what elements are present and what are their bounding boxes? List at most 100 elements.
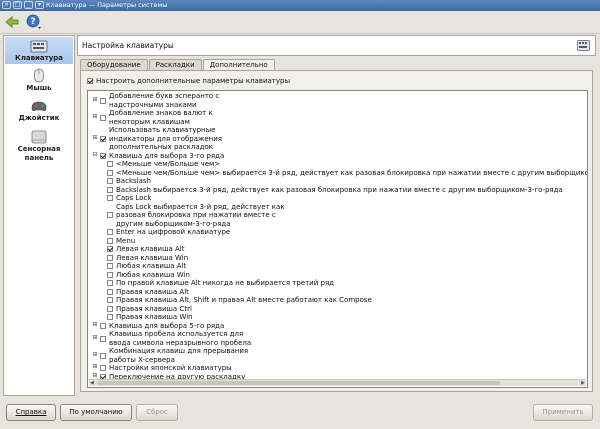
horizontal-scrollbar[interactable]: ◀ ▶ [89, 379, 586, 386]
tree-item-checkbox[interactable] [100, 335, 106, 342]
tree-item-checkbox[interactable] [107, 178, 113, 185]
tree-item-checkbox[interactable] [107, 280, 113, 287]
sidebar-item-mouse[interactable]: Мышь [5, 68, 73, 94]
enable-advanced-checkbox[interactable] [87, 78, 93, 84]
close-icon[interactable]: × [2, 1, 11, 9]
tree-item[interactable]: <Меньше чем/Больше чем> выбирается 3-й р… [88, 168, 588, 178]
tree-item-label: Правая клавиша Alt [116, 288, 189, 297]
tree-item-label: По правой клавише Alt никогда не выбирае… [116, 279, 334, 288]
tree-item[interactable]: Правая клавиша Alt, Shift и правая Alt в… [88, 296, 587, 305]
window-menu-icon[interactable]: ▾ [35, 1, 44, 9]
tree-item-checkbox[interactable] [107, 237, 113, 244]
tree-item[interactable]: Backslash выбирается 3-й ряд, действует … [88, 186, 587, 195]
tree-item-checkbox[interactable] [107, 271, 113, 278]
tree-item-checkbox[interactable] [107, 186, 113, 193]
tree-item-label: Menu [116, 237, 135, 246]
tree-item[interactable]: Правая клавиша Alt [88, 288, 587, 297]
tree-item-checkbox[interactable] [107, 297, 113, 304]
tree-item-label: Правая клавиша Alt, Shift и правая Alt в… [116, 296, 372, 305]
tree-item-checkbox[interactable] [100, 352, 106, 359]
scroll-right-icon[interactable]: ▶ [581, 380, 585, 386]
tree-item-checkbox[interactable] [100, 97, 106, 104]
apply-button[interactable]: Применить [533, 404, 593, 421]
tree-item[interactable]: Menu [88, 237, 587, 246]
tree-item[interactable]: Caps Lock выбирается 3-й ряд, действует … [88, 203, 587, 229]
tree-item[interactable]: ⊞ Настройки японской клавиатуры [88, 364, 587, 373]
tree-item-checkbox[interactable] [100, 135, 106, 142]
tree-item-checkbox[interactable] [107, 212, 113, 219]
maximize-icon[interactable]: □ [13, 1, 22, 9]
tree-item-label-line: Backslash [116, 177, 151, 185]
tree-item-label-line: Правая клавиша Alt [116, 287, 189, 296]
window-title: Клавиатура — Параметры системы [46, 1, 168, 9]
tree-item[interactable]: ⊞ Добавление букв эсперанто с надстрочными… [88, 92, 587, 109]
enable-advanced-option[interactable]: Настроить дополнительные параметры клави… [87, 77, 290, 85]
tree-item[interactable]: ⊞ Комбинация клавиш для прерывания работы … [88, 347, 587, 364]
tab-layouts[interactable]: Раскладки [148, 59, 202, 70]
expand-icon[interactable]: ⊞ [92, 372, 98, 379]
collapse-icon[interactable]: ⊟ [92, 151, 98, 158]
expand-icon[interactable]: ⊞ [92, 351, 98, 358]
tree-item[interactable]: Правая клавиша Win [88, 313, 587, 322]
tree-item[interactable]: Enter на цифровой клавиатуре [88, 228, 587, 237]
sidebar-item-label: Сенсорная панель [17, 145, 61, 162]
back-arrow-icon[interactable] [4, 14, 20, 30]
expand-icon[interactable]: ⊞ [92, 113, 98, 120]
tree-item[interactable]: ⊞ Клавиша для выбора 5-го ряда [88, 321, 587, 331]
tree-item-checkbox[interactable] [107, 195, 113, 202]
tree-item-checkbox[interactable] [100, 152, 106, 159]
expand-icon[interactable]: ⊞ [92, 134, 98, 141]
tree-item-checkbox[interactable] [100, 365, 106, 372]
sidebar-item-joystick[interactable]: Джойстик [5, 99, 73, 125]
joystick-icon [31, 101, 47, 111]
tree-item[interactable]: Левая клавиша Win [88, 254, 587, 263]
tree-item-checkbox[interactable] [107, 305, 113, 312]
expand-icon[interactable]: ⊞ [92, 364, 98, 370]
tree-item-checkbox[interactable] [107, 246, 113, 253]
options-tree[interactable]: ⊞ Добавление букв эсперанто с надстрочными… [87, 90, 588, 388]
tree-item-label-line: Правая клавиша Ctrl [116, 304, 192, 313]
tree-item-label-line: <Меньше чем/Больше чем> выбирается 3-й р… [116, 168, 588, 177]
tree-item[interactable]: ⊟ Клавиша для выбора 3-го ряда [88, 151, 587, 161]
keyboard-icon [30, 40, 48, 53]
tree-item-checkbox[interactable] [107, 314, 113, 321]
tree-item-checkbox[interactable] [100, 322, 106, 329]
tree-item[interactable]: По правой клавише Alt никогда не выбирае… [88, 279, 587, 288]
tree-item[interactable]: ⊞ Клавиша пробела используется для ввода с… [88, 330, 587, 347]
tree-item[interactable]: ⊞ Добавление знаков валют к некоторым клав… [88, 109, 587, 126]
expand-icon[interactable]: ⊞ [92, 96, 98, 103]
tree-item-checkbox[interactable] [107, 161, 113, 168]
tree-item[interactable]: Правая клавиша Ctrl [88, 304, 587, 314]
tree-item[interactable]: ⊞ Использовать клавиатурные индикаторы для… [88, 126, 587, 152]
enable-advanced-label: Настроить дополнительные параметры клави… [96, 77, 290, 85]
tree-item-label-line: Caps Lock [116, 194, 152, 202]
tree-item-checkbox[interactable] [107, 263, 113, 270]
tab-hardware[interactable]: Оборудование [80, 59, 148, 70]
tree-item[interactable]: Caps Lock [88, 194, 587, 203]
tree-item-checkbox[interactable] [107, 229, 113, 236]
reset-button[interactable]: Сброс [136, 404, 178, 421]
tree-item[interactable]: Левая клавиша Alt [88, 245, 587, 254]
tree-item-checkbox[interactable] [107, 288, 113, 295]
expand-icon[interactable]: ⊞ [92, 321, 98, 328]
tree-item[interactable]: Любая клавиша Alt [88, 262, 587, 271]
help-icon[interactable]: ? [26, 14, 42, 30]
defaults-button[interactable]: По умолчанию [60, 404, 132, 421]
tree-item[interactable]: <Меньше чем/Больше чем> [88, 160, 587, 169]
sidebar-item-touchpad[interactable]: Сенсорная панель [5, 130, 73, 166]
toolbar: ? [0, 11, 600, 34]
scrollbar-thumb[interactable] [97, 381, 500, 385]
sidebar-item-keyboard[interactable]: Клавиатура [5, 37, 73, 64]
minimize-icon[interactable]: _ [24, 1, 33, 9]
scroll-left-icon[interactable]: ◀ [90, 380, 94, 386]
mouse-icon [34, 68, 44, 83]
help-button[interactable]: Справка [6, 404, 56, 421]
tree-item-label-line: Правая клавиша Win [116, 313, 193, 321]
tree-item-checkbox[interactable] [107, 169, 113, 176]
tab-advanced[interactable]: Дополнительно [202, 59, 275, 70]
tree-item-checkbox[interactable] [107, 254, 113, 261]
tree-item[interactable]: Любая клавиша Win [88, 271, 587, 280]
tree-item[interactable]: Backslash [88, 177, 587, 186]
tree-item-checkbox[interactable] [100, 114, 106, 121]
expand-icon[interactable]: ⊞ [92, 334, 98, 341]
